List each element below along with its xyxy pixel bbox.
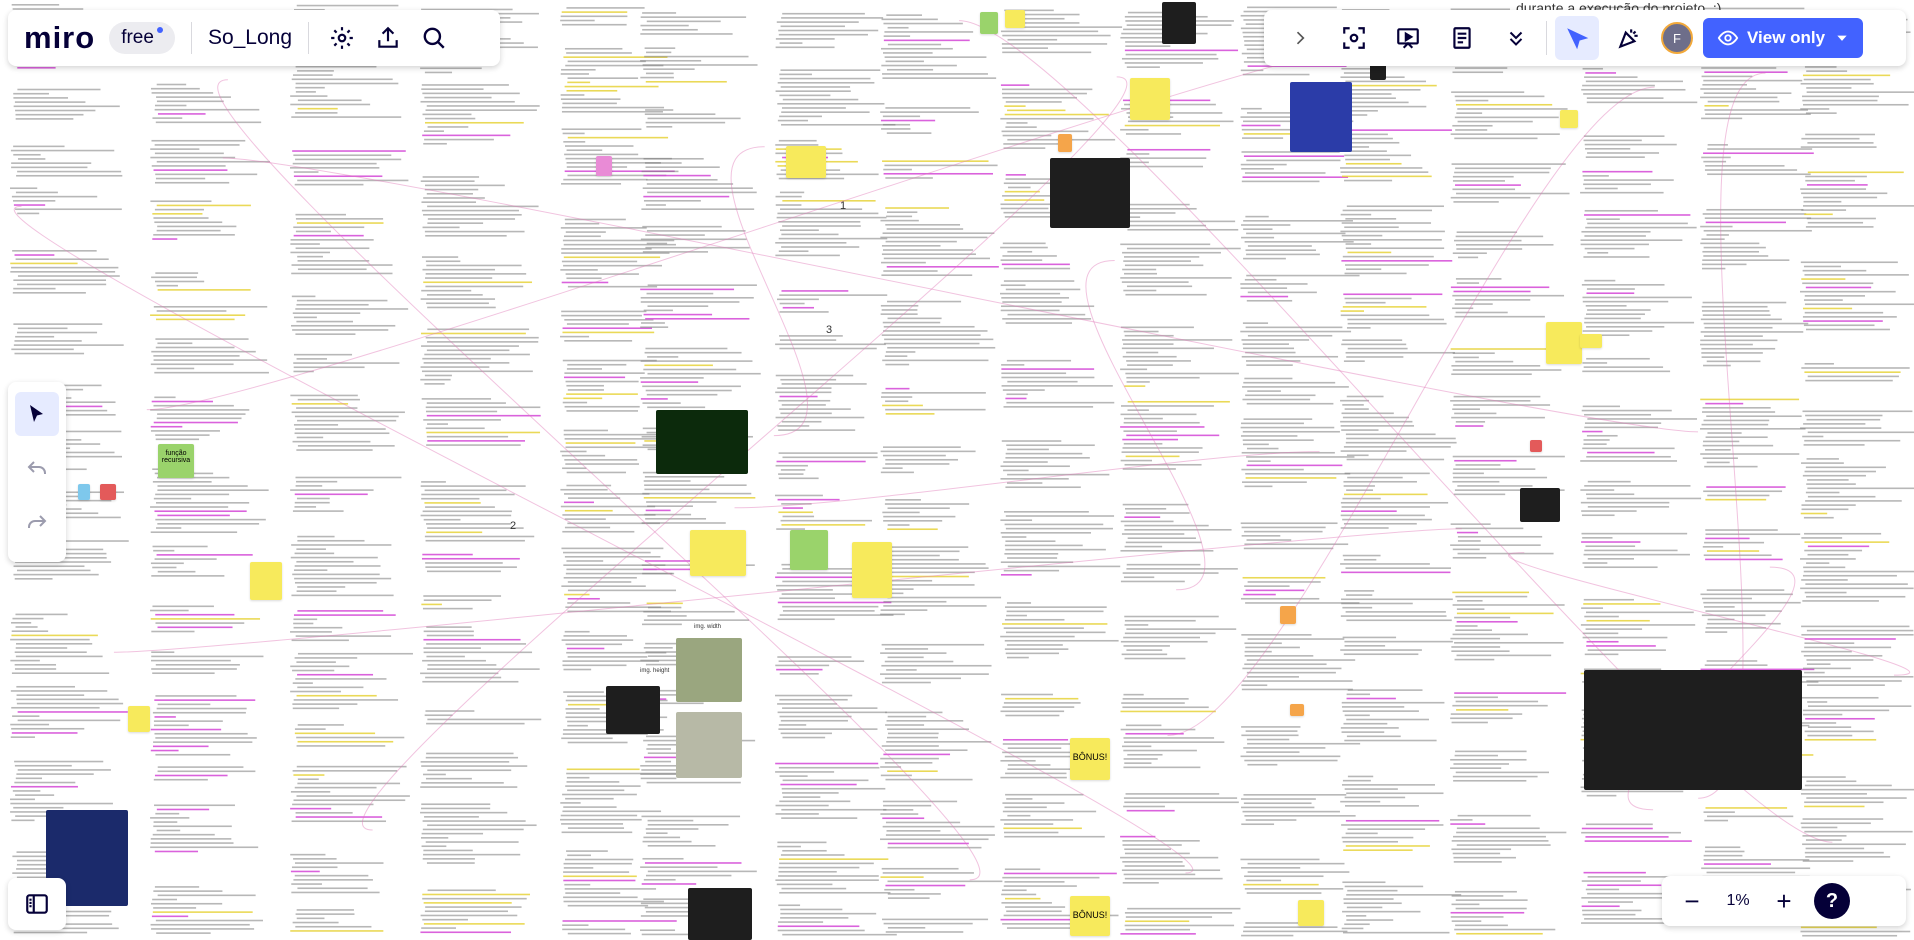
divider bbox=[190, 22, 192, 54]
sticky-note[interactable] bbox=[690, 530, 746, 576]
sticky-note[interactable] bbox=[786, 146, 826, 178]
sticky-label: BÔNUS! bbox=[1072, 752, 1108, 762]
sticky-note[interactable] bbox=[1290, 704, 1304, 716]
sticky-label: BÔNUS! bbox=[1072, 910, 1108, 920]
zoom-level[interactable]: 1% bbox=[1712, 892, 1764, 910]
sticky-note[interactable] bbox=[1058, 134, 1072, 152]
board-name[interactable]: So_Long bbox=[208, 26, 292, 50]
share-upload-icon[interactable] bbox=[371, 21, 405, 55]
sticky-note-recursive[interactable]: função recursiva bbox=[158, 444, 194, 478]
party-reaction-icon[interactable] bbox=[1607, 16, 1651, 60]
sticky-label: função recursiva bbox=[161, 450, 191, 464]
chevron-down-icon bbox=[1837, 35, 1847, 41]
search-icon[interactable] bbox=[417, 21, 451, 55]
redo-icon[interactable] bbox=[15, 500, 59, 544]
undo-icon[interactable] bbox=[15, 446, 59, 490]
sticky-note[interactable] bbox=[852, 542, 892, 598]
more-chevron-icon[interactable] bbox=[1494, 16, 1538, 60]
sticky-note[interactable] bbox=[790, 530, 828, 570]
image-caption: img. width bbox=[694, 624, 722, 630]
sticky-note[interactable] bbox=[1560, 110, 1578, 128]
board-canvas[interactable]: durante a execução do projeto. :) função… bbox=[0, 0, 1914, 940]
photo-puppy bbox=[676, 638, 742, 702]
game-tile-image bbox=[606, 686, 660, 734]
side-panel-button[interactable] bbox=[8, 878, 66, 930]
select-cursor-icon[interactable] bbox=[15, 392, 59, 436]
sticky-bonus[interactable]: BÔNUS! bbox=[1070, 738, 1110, 780]
sticky-note[interactable] bbox=[1530, 440, 1542, 452]
zoom-out-button[interactable]: − bbox=[1672, 881, 1712, 921]
code-screenshot bbox=[1050, 158, 1130, 228]
sticky-bonus[interactable]: BÔNUS! bbox=[1070, 896, 1110, 936]
sticky-note[interactable] bbox=[1298, 900, 1324, 926]
focus-frame-icon[interactable] bbox=[1332, 16, 1376, 60]
plan-badge[interactable]: free bbox=[109, 22, 175, 54]
board-header: miro free So_Long bbox=[8, 10, 500, 66]
terminal-screenshot bbox=[688, 888, 752, 940]
gear-icon[interactable] bbox=[325, 21, 359, 55]
side-panel-icon bbox=[26, 894, 48, 914]
zoom-in-button[interactable]: + bbox=[1764, 881, 1804, 921]
sticky-note[interactable] bbox=[1130, 78, 1170, 120]
code-screenshot bbox=[1584, 670, 1802, 790]
plan-badge-label: free bbox=[121, 27, 154, 48]
collaboration-toolbar: F View only bbox=[1264, 10, 1906, 66]
divider bbox=[1546, 21, 1547, 55]
photo-puppy bbox=[676, 712, 742, 778]
left-toolbar bbox=[8, 382, 66, 562]
section-number: 2 bbox=[510, 520, 517, 532]
notes-icon[interactable] bbox=[1440, 16, 1484, 60]
tile-map-image bbox=[1290, 82, 1352, 152]
notification-dot-icon bbox=[156, 27, 163, 33]
game-screenshot bbox=[656, 410, 748, 474]
chevron-right-icon[interactable] bbox=[1278, 16, 1322, 60]
image-caption: img. height bbox=[640, 668, 670, 674]
sticky-note[interactable] bbox=[100, 484, 116, 500]
zoom-controls: − 1% + ? bbox=[1662, 876, 1906, 926]
eye-icon bbox=[1717, 30, 1739, 46]
sticky-note[interactable] bbox=[1280, 606, 1296, 624]
user-avatar[interactable]: F bbox=[1661, 22, 1693, 54]
sticky-note[interactable] bbox=[128, 706, 150, 732]
sticky-note[interactable] bbox=[1580, 334, 1602, 348]
view-only-label: View only bbox=[1747, 28, 1826, 47]
cursor-pointer-icon[interactable] bbox=[1555, 16, 1599, 60]
code-screenshot bbox=[1162, 2, 1196, 44]
sticky-note[interactable] bbox=[78, 484, 90, 500]
avatar-initial: F bbox=[1661, 22, 1693, 54]
sticky-note[interactable] bbox=[250, 562, 282, 600]
sticky-note[interactable] bbox=[1546, 322, 1582, 364]
canvas-content-texture bbox=[10, 4, 1914, 937]
help-button[interactable]: ? bbox=[1814, 883, 1850, 919]
presentation-icon[interactable] bbox=[1386, 16, 1430, 60]
sticky-note[interactable] bbox=[980, 12, 998, 34]
miro-logo[interactable]: miro bbox=[24, 20, 95, 56]
section-number: 3 bbox=[826, 324, 833, 336]
code-screenshot bbox=[1520, 488, 1560, 522]
sticky-note[interactable] bbox=[596, 156, 612, 176]
section-number: 1 bbox=[840, 200, 847, 212]
sticky-note[interactable] bbox=[1005, 10, 1025, 28]
divider bbox=[308, 22, 310, 54]
view-only-button[interactable]: View only bbox=[1703, 18, 1864, 58]
